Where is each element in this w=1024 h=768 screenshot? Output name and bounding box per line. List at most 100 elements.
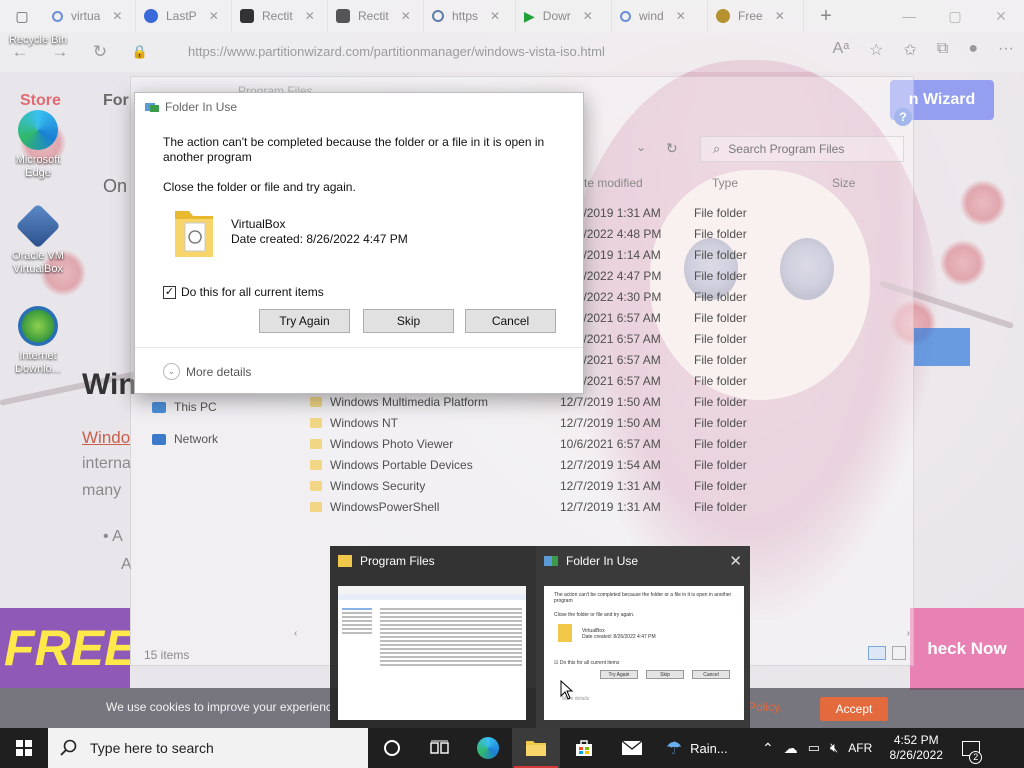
- close-tab-icon[interactable]: ✕: [209, 9, 219, 23]
- scroll-left-icon[interactable]: ‹: [294, 628, 297, 639]
- close-tab-icon[interactable]: ✕: [775, 9, 785, 23]
- file-name: Windows Photo Viewer: [330, 436, 454, 451]
- browser-tab[interactable]: wind ✕: [612, 0, 708, 32]
- close-tab-icon[interactable]: ✕: [490, 9, 500, 23]
- close-thumbnail-icon[interactable]: ✕: [729, 552, 742, 570]
- system-tray: ⌃ ☁ ▭ 🔇︎ AFR: [762, 740, 872, 757]
- cortana-icon[interactable]: [368, 728, 416, 768]
- scroll-right-icon[interactable]: ›: [907, 628, 910, 639]
- store-link[interactable]: Store: [20, 92, 61, 110]
- language-indicator[interactable]: AFR: [848, 741, 872, 755]
- folder-icon: [310, 417, 322, 428]
- article-heading-fragment: Win: [82, 368, 137, 401]
- check-now-button[interactable]: heck Now: [910, 608, 1024, 690]
- search-icon: [52, 10, 63, 22]
- close-tab-icon[interactable]: ✕: [401, 9, 411, 23]
- close-window-icon[interactable]: ✕: [978, 8, 1024, 25]
- mail-taskbar-icon[interactable]: [608, 728, 656, 768]
- close-tab-icon[interactable]: ✕: [305, 9, 315, 23]
- browser-tab-active[interactable]: Free ✕: [708, 0, 804, 32]
- cookie-policy-link[interactable]: Policy.: [748, 700, 782, 714]
- dropdown-chevron-icon[interactable]: ⌄: [636, 140, 646, 154]
- browser-tab[interactable]: Rectit ✕: [328, 0, 424, 32]
- tab-actions-icon[interactable]: ▢: [0, 0, 44, 32]
- accept-cookies-button[interactable]: Accept: [820, 697, 888, 721]
- details-view-icon[interactable]: [868, 646, 886, 660]
- thumbnail-folder-in-use[interactable]: Folder In Use ✕ The action can't be comp…: [536, 546, 750, 728]
- cancel-button[interactable]: Cancel: [465, 309, 556, 333]
- file-row[interactable]: Windows Portable Devices 12/7/2019 1:54 A…: [308, 454, 898, 475]
- skip-button[interactable]: Skip: [363, 309, 454, 333]
- new-tab-icon[interactable]: +: [804, 0, 848, 32]
- cloud-icon[interactable]: ☁: [784, 740, 798, 757]
- item-count: 15 items: [144, 648, 190, 662]
- chevron-up-icon[interactable]: ⌃: [762, 740, 774, 757]
- close-tab-icon[interactable]: ✕: [676, 9, 686, 23]
- collections-icon[interactable]: ⧉: [937, 40, 948, 60]
- desktop-icon-virtualbox[interactable]: Oracle VM VirtualBox: [6, 203, 70, 276]
- start-button[interactable]: [0, 728, 48, 768]
- browser-tab[interactable]: LastP ✕: [136, 0, 232, 32]
- desktop-icon-idm[interactable]: Internet Downlo...: [6, 306, 70, 376]
- browser-tab[interactable]: https ✕: [424, 0, 516, 32]
- column-header-date[interactable]: te modified: [584, 176, 643, 190]
- column-header-type[interactable]: Type: [712, 176, 738, 190]
- desktop-icon-edge[interactable]: Microsoft Edge: [6, 110, 70, 180]
- store-taskbar-icon[interactable]: [560, 728, 608, 768]
- volume-mute-icon[interactable]: 🔇︎: [830, 740, 838, 756]
- more-icon[interactable]: ···: [998, 40, 1014, 60]
- nav-item-network[interactable]: Network: [152, 432, 218, 446]
- taskbar-search-box[interactable]: Type here to search: [48, 728, 368, 768]
- browser-tab[interactable]: virtua ✕: [44, 0, 136, 32]
- free-banner[interactable]: FREE: [0, 608, 130, 688]
- weather-widget[interactable]: ☂ Rain...: [666, 738, 756, 759]
- search-icon: [620, 10, 631, 22]
- close-tab-icon[interactable]: ✕: [112, 9, 122, 23]
- notification-count-badge: 2: [969, 750, 983, 764]
- action-center-button[interactable]: 2: [948, 740, 994, 764]
- column-header-size[interactable]: Size: [832, 176, 855, 190]
- desktop-icon-recycle-bin[interactable]: Recycle Bin: [6, 34, 70, 47]
- clock[interactable]: 4:52 PM 8/26/2022: [884, 733, 948, 763]
- browser-tab[interactable]: Rectit ✕: [232, 0, 328, 32]
- checkbox-checked-icon[interactable]: ✓: [163, 285, 176, 299]
- edge-taskbar-icon[interactable]: [464, 728, 512, 768]
- profile-icon[interactable]: ●: [968, 40, 978, 60]
- refresh-icon[interactable]: ↻: [80, 42, 120, 62]
- thumbnail-program-files[interactable]: Program Files: [330, 546, 536, 728]
- favorite-icon[interactable]: ☆: [869, 40, 883, 60]
- read-aloud-icon[interactable]: Aᵃ: [833, 40, 850, 60]
- minimize-icon[interactable]: —: [886, 8, 932, 25]
- file-row[interactable]: Windows Multimedia Platform 12/7/2019 1:5…: [308, 391, 898, 412]
- bullet-fragment: • A: [103, 528, 123, 545]
- large-icons-view-icon[interactable]: [892, 646, 906, 660]
- lock-icon[interactable]: 🔒: [120, 44, 160, 60]
- file-explorer-taskbar-icon[interactable]: [512, 728, 560, 768]
- apply-to-all-checkbox[interactable]: ✓ Do this for all current items: [163, 285, 324, 299]
- browser-tab[interactable]: ▶ Dowr ✕: [516, 0, 612, 32]
- file-row[interactable]: WindowsPowerShell 12/7/2019 1:31 AM File f…: [308, 496, 898, 517]
- network-icon[interactable]: ▭: [808, 740, 820, 756]
- try-again-button[interactable]: Try Again: [259, 309, 350, 333]
- favorites-icon[interactable]: ✩: [904, 40, 917, 60]
- play-icon: ▶: [524, 7, 535, 24]
- maximize-icon[interactable]: ▢: [932, 8, 978, 25]
- close-tab-icon[interactable]: ✕: [583, 9, 593, 23]
- file-row[interactable]: Windows Security 12/7/2019 1:31 AM File fo…: [308, 475, 898, 496]
- folder-icon: [310, 480, 322, 491]
- explorer-search-field[interactable]: ⌕ Search Program Files: [700, 136, 904, 162]
- file-row[interactable]: Windows NT 12/7/2019 1:50 AM File folder: [308, 412, 898, 433]
- more-details-toggle[interactable]: ⌄ More details: [163, 363, 251, 380]
- nav-item-this-pc[interactable]: This PC: [152, 400, 217, 414]
- article-link-fragment[interactable]: Windo: [82, 428, 130, 448]
- ad-blue-box: [914, 328, 970, 366]
- mouse-cursor-icon: [560, 680, 574, 700]
- refresh-icon[interactable]: ↻: [666, 140, 678, 157]
- thumbnail-preview: The action can't be completed because th…: [544, 586, 744, 720]
- file-row[interactable]: Windows Photo Viewer 10/6/2021 6:57 AM Fil…: [308, 433, 898, 454]
- task-view-icon[interactable]: [416, 728, 464, 768]
- folder-in-use-dialog: Folder In Use The action can't be comple…: [134, 92, 584, 394]
- url-field[interactable]: https://www.partitionwizard.com/partitio…: [188, 44, 605, 59]
- file-type: File folder: [694, 247, 747, 262]
- file-type: File folder: [694, 499, 747, 514]
